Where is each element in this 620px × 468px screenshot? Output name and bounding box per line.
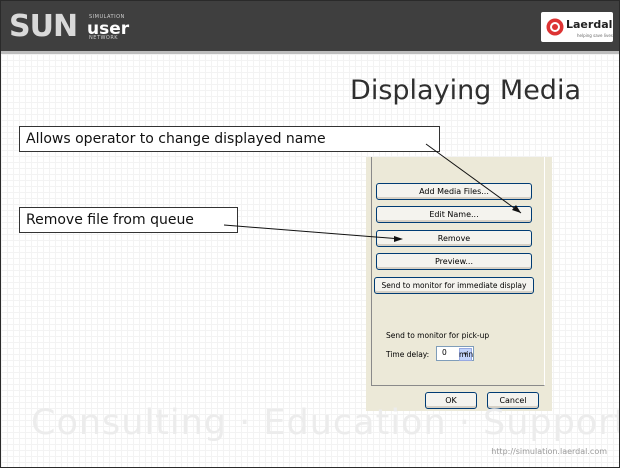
- watermark: Consulting · Education · Support: [31, 403, 620, 443]
- header-band: SUN SIMULATION user NETWORK Laerdal help…: [1, 1, 619, 51]
- footer-url[interactable]: http://simulation.laerdal.com: [491, 447, 607, 456]
- pickup-label: Send to monitor for pick-up: [386, 331, 490, 340]
- media-dialog: Add Media Files... Edit Name... Remove P…: [366, 157, 552, 411]
- sun-logo: SUN SIMULATION user NETWORK: [9, 9, 149, 44]
- callout-edit-name: Allows operator to change displayed name: [19, 126, 440, 152]
- remove-button[interactable]: Remove: [376, 230, 532, 247]
- sun-logo-letters: SUN: [9, 9, 78, 44]
- time-delay-value: 0: [442, 348, 447, 357]
- time-delay-label: Time delay:: [386, 350, 430, 359]
- time-unit-label: min: [459, 350, 474, 359]
- header-rule: [1, 51, 619, 54]
- laerdal-emblem-icon: [545, 17, 565, 37]
- laerdal-logo: Laerdal helping save lives: [541, 12, 613, 42]
- callout-remove: Remove file from queue: [19, 207, 238, 233]
- send-immediate-button[interactable]: Send to monitor for immediate display: [374, 277, 534, 294]
- slide: SUN SIMULATION user NETWORK Laerdal help…: [0, 0, 620, 468]
- page-title: Displaying Media: [350, 75, 581, 106]
- laerdal-tagline: helping save lives: [577, 33, 613, 38]
- add-media-files-button[interactable]: Add Media Files...: [376, 183, 532, 200]
- laerdal-text: Laerdal: [566, 18, 613, 31]
- sun-logo-small-bottom: NETWORK: [89, 35, 119, 41]
- preview-button[interactable]: Preview...: [376, 253, 532, 270]
- edit-name-button[interactable]: Edit Name...: [376, 206, 532, 223]
